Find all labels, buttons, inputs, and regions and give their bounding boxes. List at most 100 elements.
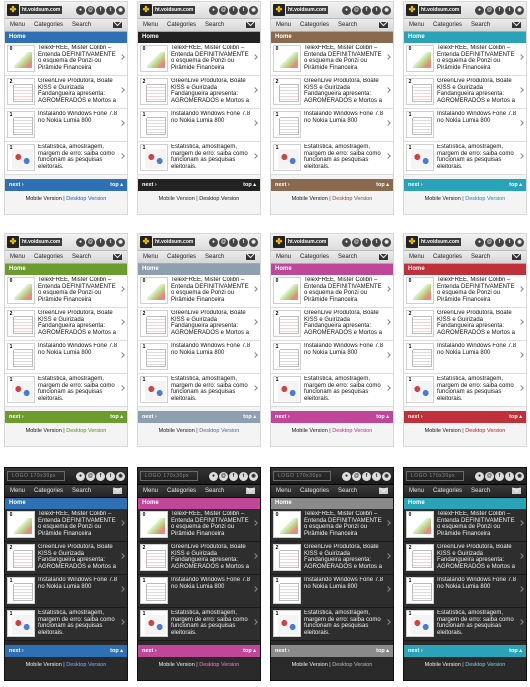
twitter-icon[interactable]: t (372, 471, 381, 481)
facebook-icon[interactable]: f (229, 471, 238, 481)
globe-icon[interactable]: ● (475, 237, 484, 247)
mail-icon[interactable] (113, 22, 122, 28)
logo-placeholder[interactable]: LOGO 170x30px (7, 471, 65, 481)
globe-icon[interactable]: ● (76, 471, 85, 481)
article-item[interactable]: 0 TelexFREE, Mister Colibri – Entenda DE… (138, 509, 260, 542)
email-icon[interactable]: @ (485, 471, 494, 481)
mail-icon[interactable] (512, 22, 521, 28)
next-page-link[interactable]: next › (275, 182, 290, 188)
twitter-icon[interactable]: t (106, 5, 115, 15)
article-item[interactable]: 2 GreenLive Produtora, Boate KISS e Guir… (138, 76, 260, 109)
site-logo[interactable]: ✤ ht.voidsum.com (7, 236, 63, 248)
home-breadcrumb[interactable]: Home (404, 498, 526, 509)
globe-icon[interactable]: ● (76, 5, 85, 15)
article-title[interactable]: Instalando Windows Fone 7.8 no Nokia Lum… (38, 343, 119, 356)
mobile-version-link[interactable]: Mobile Version (292, 428, 328, 434)
article-title[interactable]: Instalando Windows Fone 7.8 no Nokia Lum… (437, 111, 518, 124)
article-title[interactable]: TelexFREE, Mister Colibri – Entenda DEFI… (437, 45, 518, 71)
article-item[interactable]: 1 Estatística, amostragem, margem de err… (5, 374, 127, 407)
facebook-icon[interactable]: f (362, 471, 371, 481)
article-title[interactable]: TelexFREE, Mister Colibri – Entenda DEFI… (171, 277, 252, 303)
article-item[interactable]: 2 GreenLive Produtora, Boate KISS e Guir… (404, 542, 526, 575)
twitter-icon[interactable]: t (239, 471, 248, 481)
article-item[interactable]: 1 Estatística, amostragem, margem de err… (404, 142, 526, 175)
article-item[interactable]: 1 Instalando Windows Fone 7.8 no Nokia L… (5, 341, 127, 374)
facebook-icon[interactable]: f (495, 471, 504, 481)
article-title[interactable]: TelexFREE, Mister Colibri – Entenda DEFI… (38, 45, 119, 71)
article-item[interactable]: 2 GreenLive Produtora, Boate KISS e Guir… (5, 542, 127, 575)
article-title[interactable]: GreenLive Produtora, Boate KISS e Guiriz… (304, 544, 385, 570)
rss-icon[interactable]: ◉ (382, 5, 391, 15)
nav-search-link[interactable]: Search (471, 254, 490, 260)
article-item[interactable]: 2 GreenLive Produtora, Boate KISS e Guir… (138, 542, 260, 575)
desktop-version-link[interactable]: Desktop Version (465, 196, 505, 202)
facebook-icon[interactable]: f (495, 237, 504, 247)
back-to-top-link[interactable]: top ▴ (243, 182, 256, 188)
article-item[interactable]: 1 Estatística, amostragem, margem de err… (271, 374, 393, 407)
nav-categories-link[interactable]: Categories (433, 22, 462, 28)
mobile-version-link[interactable]: Mobile Version (26, 662, 62, 668)
site-logo[interactable]: ✤ ht.voidsum.com (273, 236, 329, 248)
article-title[interactable]: TelexFREE, Mister Colibri – Entenda DEFI… (171, 45, 252, 71)
article-title[interactable]: TelexFREE, Mister Colibri – Entenda DEFI… (38, 511, 119, 537)
nav-search-link[interactable]: Search (72, 488, 91, 494)
article-title[interactable]: Estatística, amostragem, margem de erro:… (171, 610, 252, 636)
article-item[interactable]: 1 Instalando Windows Fone 7.8 no Nokia L… (404, 341, 526, 374)
nav-categories-link[interactable]: Categories (300, 254, 329, 260)
desktop-version-link[interactable]: Desktop Version (465, 428, 505, 434)
globe-icon[interactable]: ● (76, 237, 85, 247)
home-breadcrumb[interactable]: Home (271, 498, 393, 509)
article-item[interactable]: 1 Estatística, amostragem, margem de err… (404, 608, 526, 641)
article-item[interactable]: 2 GreenLive Produtora, Boate KISS e Guir… (271, 308, 393, 341)
nav-menu-link[interactable]: Menu (276, 22, 291, 28)
article-item[interactable]: 2 GreenLive Produtora, Boate KISS e Guir… (271, 542, 393, 575)
back-to-top-link[interactable]: top ▴ (509, 648, 522, 654)
globe-icon[interactable]: ● (342, 471, 351, 481)
article-title[interactable]: Instalando Windows Fone 7.8 no Nokia Lum… (437, 577, 518, 590)
nav-categories-link[interactable]: Categories (167, 254, 196, 260)
mail-icon[interactable] (246, 488, 255, 494)
facebook-icon[interactable]: f (96, 471, 105, 481)
article-title[interactable]: TelexFREE, Mister Colibri – Entenda DEFI… (38, 277, 119, 303)
mobile-version-link[interactable]: Mobile Version (292, 662, 328, 668)
mobile-version-link[interactable]: Mobile Version (292, 196, 328, 202)
site-logo[interactable]: ✤ ht.voidsum.com (7, 4, 63, 16)
article-title[interactable]: GreenLive Produtora, Boate KISS e Guiriz… (171, 78, 252, 104)
nav-menu-link[interactable]: Menu (143, 488, 158, 494)
article-item[interactable]: 2 GreenLive Produtora, Boate KISS e Guir… (404, 308, 526, 341)
article-item[interactable]: 0 TelexFREE, Mister Colibri – Entenda DE… (138, 43, 260, 76)
desktop-version-link[interactable]: Desktop Version (199, 428, 239, 434)
nav-categories-link[interactable]: Categories (300, 22, 329, 28)
rss-icon[interactable]: ◉ (249, 471, 258, 481)
site-logo[interactable]: ✤ ht.voidsum.com (273, 4, 329, 16)
facebook-icon[interactable]: f (96, 5, 105, 15)
article-item[interactable]: 1 Instalando Windows Fone 7.8 no Nokia L… (404, 575, 526, 608)
article-title[interactable]: Estatística, amostragem, margem de erro:… (304, 376, 385, 402)
article-title[interactable]: Instalando Windows Fone 7.8 no Nokia Lum… (437, 343, 518, 356)
article-item[interactable]: 1 Instalando Windows Fone 7.8 no Nokia L… (271, 109, 393, 142)
back-to-top-link[interactable]: top ▴ (376, 182, 389, 188)
back-to-top-link[interactable]: top ▴ (376, 648, 389, 654)
back-to-top-link[interactable]: top ▴ (243, 414, 256, 420)
desktop-version-link[interactable]: Desktop Version (332, 662, 372, 668)
globe-icon[interactable]: ● (475, 471, 484, 481)
article-item[interactable]: 2 GreenLive Produtora, Boate KISS e Guir… (5, 308, 127, 341)
nav-menu-link[interactable]: Menu (409, 22, 424, 28)
article-title[interactable]: GreenLive Produtora, Boate KISS e Guiriz… (304, 78, 385, 104)
nav-search-link[interactable]: Search (338, 254, 357, 260)
rss-icon[interactable]: ◉ (116, 5, 125, 15)
home-breadcrumb[interactable]: Home (271, 264, 393, 275)
next-page-link[interactable]: next › (142, 182, 157, 188)
mail-icon[interactable] (512, 254, 521, 260)
nav-categories-link[interactable]: Categories (167, 22, 196, 28)
article-title[interactable]: TelexFREE, Mister Colibri – Entenda DEFI… (304, 277, 385, 303)
mail-icon[interactable] (246, 254, 255, 260)
globe-icon[interactable]: ● (342, 5, 351, 15)
nav-categories-link[interactable]: Categories (34, 488, 63, 494)
article-title[interactable]: GreenLive Produtora, Boate KISS e Guiriz… (38, 544, 119, 570)
next-page-link[interactable]: next › (408, 414, 423, 420)
article-title[interactable]: GreenLive Produtora, Boate KISS e Guiriz… (38, 78, 119, 104)
desktop-version-link[interactable]: Desktop Version (332, 428, 372, 434)
desktop-version-link[interactable]: Desktop Version (199, 196, 239, 202)
article-item[interactable]: 1 Estatística, amostragem, margem de err… (138, 142, 260, 175)
